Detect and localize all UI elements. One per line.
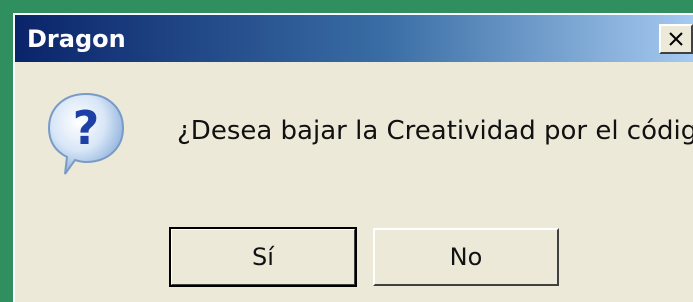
question-icon: ? [47, 92, 125, 175]
yes-button[interactable]: Sí [169, 227, 357, 287]
close-icon [669, 32, 683, 46]
dialog-content: ? ¿Desea bajar la Creatividad por el cód… [15, 62, 693, 302]
dialog-message: ¿Desea bajar la Creatividad por el códig… [177, 116, 693, 146]
close-button[interactable] [659, 24, 693, 54]
no-button[interactable]: No [373, 228, 559, 286]
svg-text:?: ? [73, 101, 100, 155]
message-dialog: Dragon ? ¿Desea bajar la Creatividad por… [13, 13, 693, 302]
title-bar[interactable]: Dragon [15, 15, 693, 62]
window-title: Dragon [27, 25, 126, 53]
